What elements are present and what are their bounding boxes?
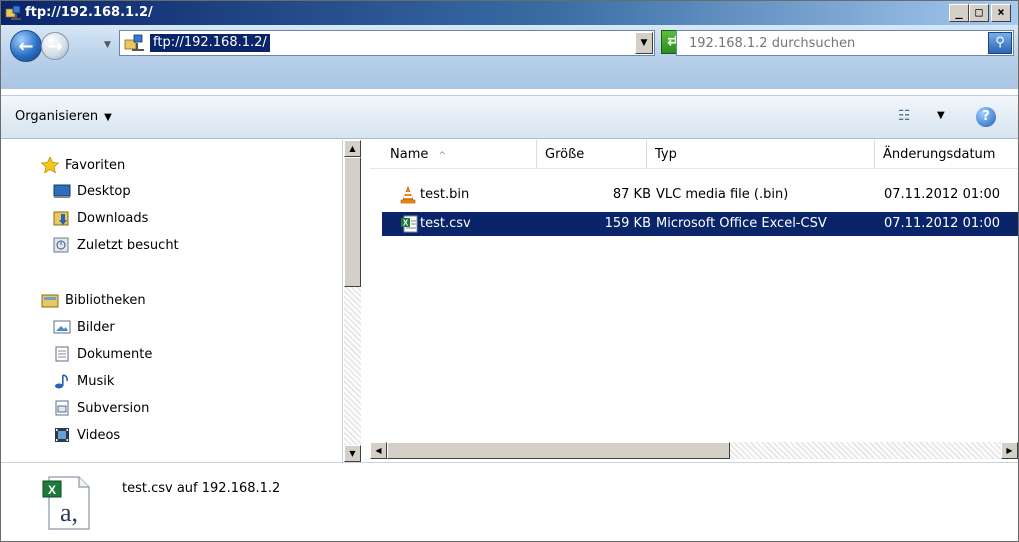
pictures-icon: [53, 319, 71, 335]
close-button[interactable]: ×: [991, 4, 1011, 22]
nav-favorites[interactable]: Favoriten: [40, 155, 126, 175]
vlc-cone-icon: [400, 186, 416, 204]
downloads-folder-icon: [53, 210, 71, 226]
scroll-down-button[interactable]: ▼: [344, 445, 361, 462]
nav-item-desktop[interactable]: Desktop: [53, 181, 131, 201]
nav-item-label: Zuletzt besucht: [77, 237, 179, 253]
file-row-test-bin[interactable]: test.bin 87 KB VLC media file (.bin) 07.…: [382, 183, 1018, 207]
column-header-size[interactable]: Größe: [537, 140, 647, 168]
nav-favorites-label: Favoriten: [65, 157, 126, 173]
file-size: 159 KB: [604, 216, 651, 231]
nav-item-label: Dokumente: [77, 346, 153, 362]
explorer-window: ftp://192.168.1.2/ _ □ × ← → ▼ ftp://192…: [0, 0, 1019, 542]
scroll-up-button[interactable]: ▲: [344, 140, 361, 157]
svg-text:X: X: [403, 219, 409, 228]
search-button[interactable]: ⚲: [988, 32, 1012, 54]
title-bar[interactable]: ftp://192.168.1.2/ _ □ ×: [1, 1, 1018, 25]
file-size: 87 KB: [612, 187, 651, 202]
nav-item-label: Bilder: [77, 319, 115, 335]
scroll-right-button[interactable]: ▶: [1001, 442, 1018, 459]
sort-ascending-icon: ^: [438, 151, 447, 161]
back-button[interactable]: ←: [10, 30, 42, 62]
nav-item-downloads[interactable]: Downloads: [53, 208, 148, 228]
nav-item-label: Videos: [77, 427, 121, 443]
address-field[interactable]: ftp://192.168.1.2/ ▼: [119, 30, 655, 56]
organize-label: Organisieren: [15, 109, 99, 124]
nav-item-recent[interactable]: Zuletzt besucht: [53, 235, 179, 255]
nav-item-documents[interactable]: Dokumente: [53, 344, 152, 364]
file-name: test.bin: [420, 187, 470, 202]
column-label: Größe: [545, 147, 585, 162]
excel-csv-icon: X: [401, 215, 418, 233]
libraries-icon: [41, 292, 59, 308]
desktop-icon: [53, 183, 71, 199]
file-row-test-csv[interactable]: X test.csv 159 KB Microsoft Office Excel…: [382, 212, 1018, 236]
recent-pages-dropdown[interactable]: ▼: [104, 40, 111, 50]
column-header-date[interactable]: Änderungsdatum: [875, 140, 1018, 168]
nav-item-videos[interactable]: Videos: [53, 425, 120, 445]
nav-item-label: Musik: [77, 373, 115, 389]
column-header-name[interactable]: Name ^: [382, 140, 537, 168]
file-date: 07.11.2012 01:00: [884, 187, 1001, 202]
maximize-button[interactable]: □: [969, 4, 989, 22]
forward-button[interactable]: →: [41, 32, 69, 60]
subversion-library-icon: [53, 400, 71, 416]
minimize-button[interactable]: _: [949, 4, 969, 22]
search-box[interactable]: ⚲: [676, 30, 1014, 56]
navigation-pane: Favoriten Desktop Downloads Zuletzt besu…: [1, 140, 343, 462]
file-list: Name ^ Größe Typ Änderungsdatum test.bin…: [370, 140, 1018, 442]
nav-libraries-label: Bibliotheken: [65, 292, 146, 308]
nav-pane-scrollbar[interactable]: ▲ ▼: [344, 140, 361, 462]
file-type: Microsoft Office Excel-CSV: [656, 216, 827, 231]
column-label: Typ: [655, 147, 677, 162]
command-bar: Organisieren ▼ ☷ ▼ ?: [1, 95, 1018, 139]
nav-item-label: Subversion: [77, 400, 150, 416]
file-glyph: a,: [60, 498, 78, 527]
search-icon: ⚲: [995, 35, 1005, 50]
address-dropdown-button[interactable]: ▼: [635, 32, 653, 54]
music-note-icon: [53, 373, 71, 389]
arrow-left-icon: ←: [18, 35, 34, 57]
svg-text:X: X: [48, 483, 56, 497]
star-icon: [40, 156, 60, 174]
nav-item-pictures[interactable]: Bilder: [53, 317, 115, 337]
views-dropdown-button[interactable]: ▼: [937, 110, 945, 121]
chevron-down-icon: ▼: [104, 112, 112, 123]
network-folder-icon: [5, 5, 21, 20]
column-header-type[interactable]: Typ: [647, 140, 875, 168]
recent-places-icon: [53, 237, 71, 253]
views-icon[interactable]: ☷: [898, 108, 916, 126]
help-icon[interactable]: ?: [976, 107, 996, 127]
search-input[interactable]: [681, 32, 981, 54]
network-folder-icon: [124, 34, 144, 51]
video-film-icon: [53, 427, 71, 443]
window-title: ftp://192.168.1.2/: [25, 5, 153, 20]
nav-item-label: Downloads: [77, 210, 149, 226]
selected-file-label: test.csv auf 192.168.1.2: [122, 481, 281, 496]
file-name: test.csv: [420, 216, 471, 231]
file-list-scrollbar[interactable]: ◀ ▶: [370, 442, 1018, 459]
scroll-thumb[interactable]: [344, 157, 361, 287]
column-label: Name: [390, 147, 429, 162]
address-path[interactable]: ftp://192.168.1.2/: [150, 34, 270, 52]
column-label: Änderungsdatum: [883, 147, 996, 162]
nav-item-subversion[interactable]: Subversion: [53, 398, 149, 418]
nav-item-music[interactable]: Musik: [53, 371, 114, 391]
excel-csv-icon: X a,: [41, 475, 93, 531]
address-bar-area: ← → ▼ ftp://192.168.1.2/ ▼ ⇄ ⚲: [1, 25, 1018, 89]
arrow-right-icon: →: [47, 35, 63, 57]
scroll-left-button[interactable]: ◀: [370, 442, 387, 459]
scroll-thumb[interactable]: [387, 442, 730, 459]
header-divider: [370, 168, 1018, 169]
nav-item-label: Desktop: [77, 183, 131, 199]
details-pane: X a, test.csv auf 192.168.1.2: [1, 462, 1018, 541]
file-date: 07.11.2012 01:00: [884, 216, 1001, 231]
file-type: VLC media file (.bin): [656, 187, 789, 202]
documents-icon: [53, 346, 71, 362]
nav-libraries[interactable]: Bibliotheken: [41, 290, 146, 310]
organize-menu-button[interactable]: Organisieren ▼: [15, 109, 112, 124]
